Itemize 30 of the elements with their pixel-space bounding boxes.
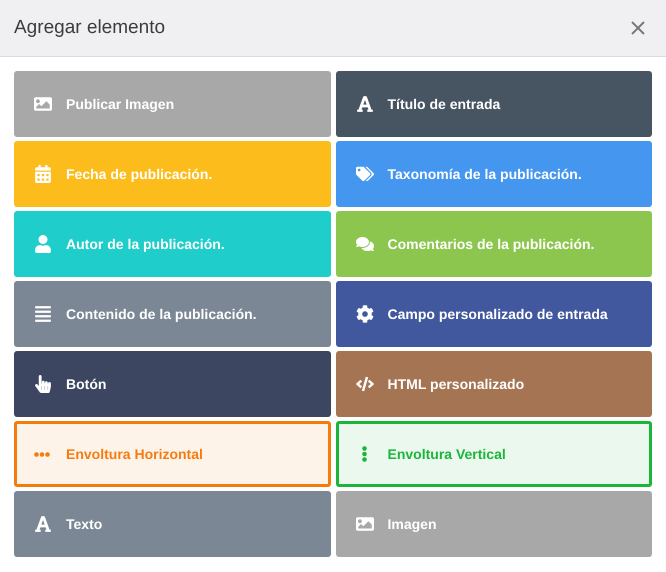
- user-icon: [34, 235, 52, 253]
- add-element-button[interactable]: Campo personalizado de entrada: [336, 281, 652, 347]
- letter-icon: [356, 95, 374, 113]
- dialog-title: Agregar elemento: [14, 16, 166, 40]
- add-element-button[interactable]: Taxonomía de la publicación.: [336, 141, 652, 207]
- horizontal-dots-icon: [34, 452, 50, 456]
- add-element-button[interactable]: Comentarios de la publicación.: [336, 211, 652, 277]
- add-element-button[interactable]: Envoltura Horizontal: [14, 421, 330, 487]
- image-icon: [34, 95, 52, 113]
- letter-icon: [34, 515, 52, 533]
- add-element-button[interactable]: Envoltura Vertical: [336, 421, 652, 487]
- add-element-button[interactable]: Título de entrada: [336, 71, 652, 137]
- add-element-button[interactable]: Contenido de la publicación.: [14, 281, 330, 347]
- close-icon[interactable]: [630, 20, 646, 36]
- calendar-icon: [34, 165, 52, 183]
- vertical-dots-icon: [362, 446, 366, 462]
- pointing-hand-icon: [34, 375, 52, 393]
- speech-bubbles-icon: [356, 235, 374, 253]
- add-element-button[interactable]: Publicar Imagen: [14, 71, 330, 137]
- add-element-button[interactable]: Imagen: [336, 491, 652, 557]
- add-element-button[interactable]: Fecha de publicación.: [14, 141, 330, 207]
- gear-icon: [356, 305, 374, 323]
- lines-icon: [34, 305, 52, 323]
- add-element-button[interactable]: Texto: [14, 491, 330, 557]
- tags-icon: [356, 165, 374, 183]
- code-icon: [356, 375, 374, 393]
- add-element-button[interactable]: HTML personalizado: [336, 351, 652, 417]
- add-element-button[interactable]: Botón: [14, 351, 330, 417]
- add-element-button[interactable]: Autor de la publicación.: [14, 211, 330, 277]
- image-icon: [356, 515, 374, 533]
